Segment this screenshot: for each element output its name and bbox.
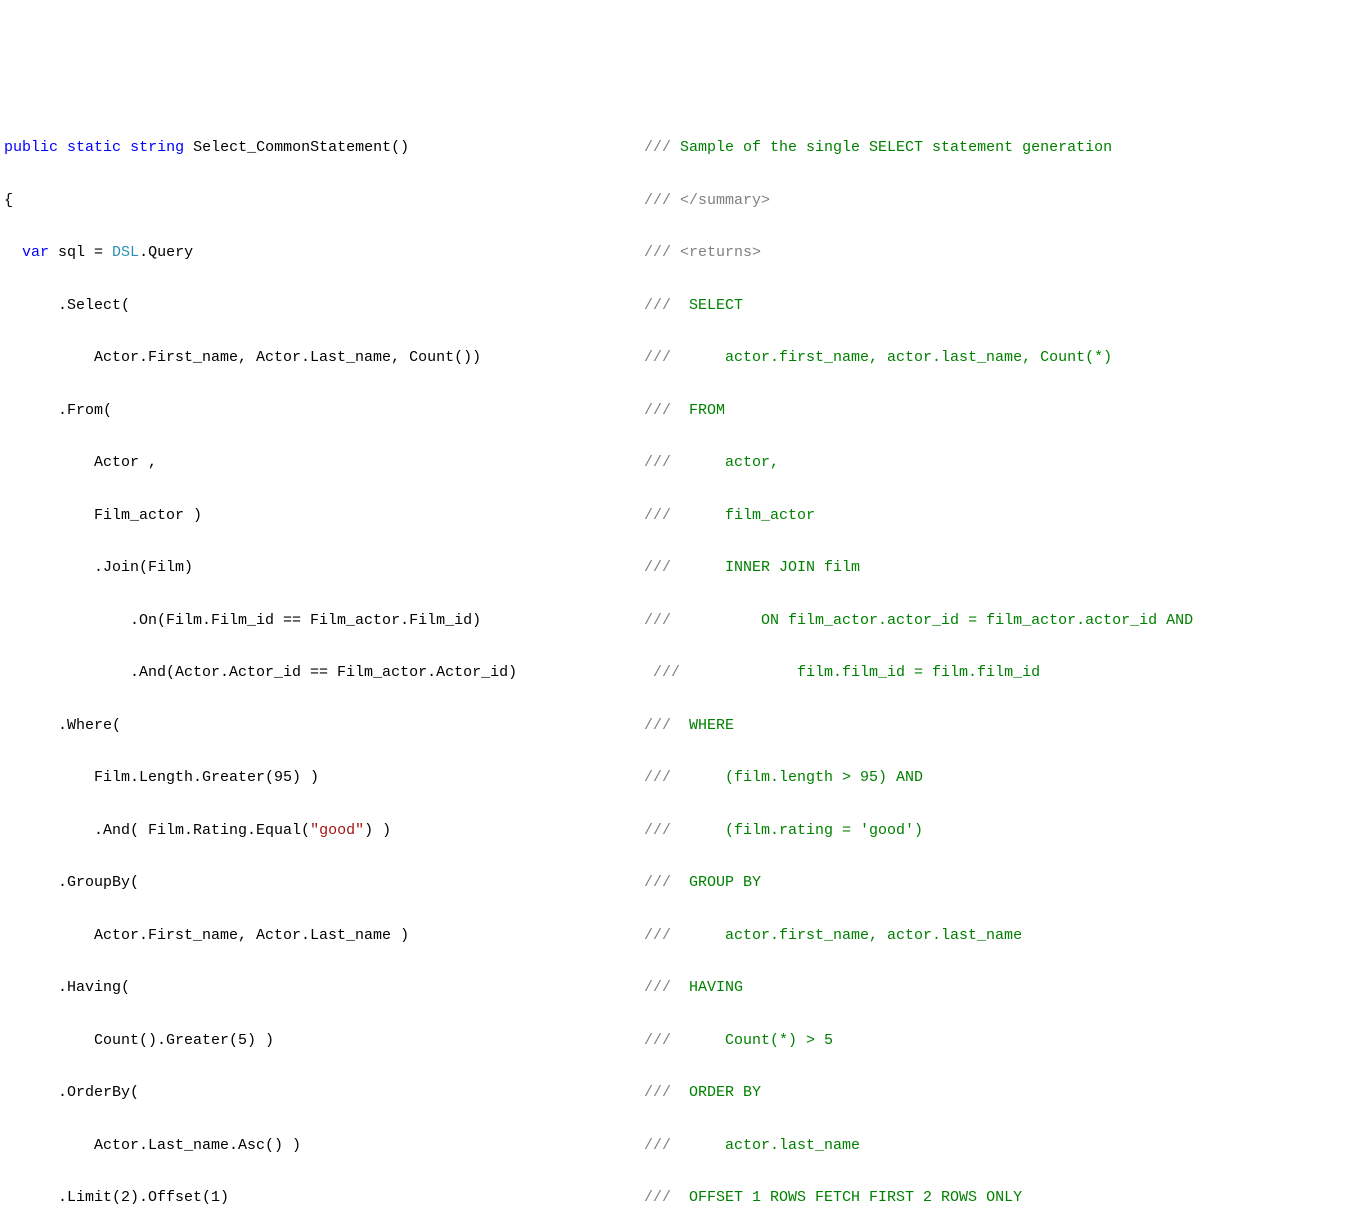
comment-sql: FROM [689, 402, 725, 419]
code-text: .And(Actor.Actor_id == Film_actor.Actor_… [4, 664, 517, 681]
code-line: .And( Film.Rating.Equal("good") )/// (fi… [4, 818, 1360, 844]
code-text: .On(Film.Film_id == Film_actor.Film_id) [4, 612, 481, 629]
brace-open: { [4, 192, 13, 209]
comment-slash: /// [644, 927, 725, 944]
comment-sql: SELECT [689, 297, 743, 314]
comment-slash: /// [644, 139, 680, 156]
comment-tag: <returns> [680, 244, 761, 261]
code-text: .From( [4, 402, 112, 419]
comment-slash: /// [644, 1032, 725, 1049]
comment-slash: /// [644, 979, 689, 996]
code-line: .Limit(2).Offset(1) /// OFFSET 1 ROWS FET… [4, 1185, 1360, 1211]
code-text: Actor.Last_name.Asc() ) [4, 1137, 301, 1154]
comment-slash: /// [644, 507, 725, 524]
comment-sql: WHERE [689, 717, 734, 734]
comment-sql: HAVING [689, 979, 743, 996]
code-text: Actor.First_name, Actor.Last_name ) [4, 927, 409, 944]
comment-slash: /// [644, 297, 689, 314]
comment-tag: </summary> [680, 192, 770, 209]
keyword-var: var [22, 244, 49, 261]
code-text: .Select( [4, 297, 130, 314]
comment-slash: /// [644, 769, 725, 786]
comment-sql: actor, [725, 454, 779, 471]
code-text: .Limit(2).Offset(1) [4, 1189, 229, 1206]
code-text: Actor , [4, 454, 157, 471]
code-text: .OrderBy( [4, 1084, 139, 1101]
code-line: Actor.Last_name.Asc() ) /// actor.last_na… [4, 1133, 1360, 1159]
code-line: .On(Film.Film_id == Film_actor.Film_id) /… [4, 608, 1360, 634]
comment-sql: (film.length > 95) AND [725, 769, 923, 786]
comment-slash: /// [644, 874, 689, 891]
keyword-public: public [4, 139, 58, 156]
keyword-static: static [67, 139, 121, 156]
comment-slash: /// [644, 1189, 689, 1206]
code-text: Film_actor ) [4, 507, 202, 524]
code-line: .Join(Film) /// INNER JOIN film [4, 555, 1360, 581]
code-line: .And(Actor.Actor_id == Film_actor.Actor_… [4, 660, 1360, 686]
type-dsl: DSL [112, 244, 139, 261]
comment-sql: actor.last_name [725, 1137, 860, 1154]
code-line: { /// </summary> [4, 188, 1360, 214]
comment-slash: /// [644, 192, 680, 209]
comment-slash: /// [644, 244, 680, 261]
code-text: .And( Film.Rating.Equal( [4, 822, 310, 839]
comment-sql: ORDER BY [689, 1084, 761, 1101]
code-line: Actor.First_name, Actor.Last_name, Count… [4, 345, 1360, 371]
code-text: Actor.First_name, Actor.Last_name, Count… [4, 349, 481, 366]
code-line: Film.Length.Greater(95) ) /// (film.lengt… [4, 765, 1360, 791]
comment-slash: /// [644, 612, 761, 629]
comment-sql: (film.rating = 'good') [725, 822, 923, 839]
comment-slash: /// [644, 1084, 689, 1101]
keyword-string: string [130, 139, 184, 156]
comment-slash: /// [644, 454, 725, 471]
comment-slash: /// [644, 349, 725, 366]
code-line: .GroupBy( /// GROUP BY [4, 870, 1360, 896]
code-line: .Select( /// SELECT [4, 293, 1360, 319]
code-line: Actor , /// actor, [4, 450, 1360, 476]
code-line: .Having( /// HAVING [4, 975, 1360, 1001]
code-line: .From( /// FROM [4, 398, 1360, 424]
code-line: Actor.First_name, Actor.Last_name ) /// a… [4, 923, 1360, 949]
comment-slash: /// [644, 664, 797, 681]
comment-sql: GROUP BY [689, 874, 761, 891]
code-text: .Having( [4, 979, 130, 996]
code-text: Film.Length.Greater(95) ) [4, 769, 319, 786]
string-literal: "good" [310, 822, 364, 839]
code-text: Count().Greater(5) ) [4, 1032, 274, 1049]
comment-sql: OFFSET 1 ROWS FETCH FIRST 2 ROWS ONLY [689, 1189, 1022, 1206]
comment-text: Sample of the single SELECT statement ge… [680, 139, 1112, 156]
code-line: public static string Select_CommonStatem… [4, 135, 1360, 161]
code-line: Film_actor ) /// film_actor [4, 503, 1360, 529]
comment-sql: INNER JOIN film [725, 559, 860, 576]
code-editor: public static string Select_CommonStatem… [4, 109, 1360, 1212]
comment-sql: ON film_actor.actor_id = film_actor.acto… [761, 612, 1193, 629]
comment-sql: actor.first_name, actor.last_name [725, 927, 1022, 944]
comment-sql: film_actor [725, 507, 815, 524]
comment-sql: actor.first_name, actor.last_name, Count… [725, 349, 1112, 366]
comment-sql: film.film_id = film.film_id [797, 664, 1040, 681]
comment-slash: /// [644, 1137, 725, 1154]
code-text: .Where( [4, 717, 121, 734]
code-line: var sql = DSL.Query/// <returns> [4, 240, 1360, 266]
comment-slash: /// [644, 559, 725, 576]
code-line: .OrderBy( /// ORDER BY [4, 1080, 1360, 1106]
code-line: .Where( /// WHERE [4, 713, 1360, 739]
comment-slash: /// [644, 402, 689, 419]
comment-slash: /// [644, 717, 689, 734]
comment-slash: /// [644, 822, 725, 839]
code-text: .GroupBy( [4, 874, 139, 891]
code-line: Count().Greater(5) ) /// Count(*) > 5 [4, 1028, 1360, 1054]
comment-sql: Count(*) > 5 [725, 1032, 833, 1049]
code-text: .Join(Film) [4, 559, 193, 576]
method-name: Select_CommonStatement() [184, 139, 409, 156]
